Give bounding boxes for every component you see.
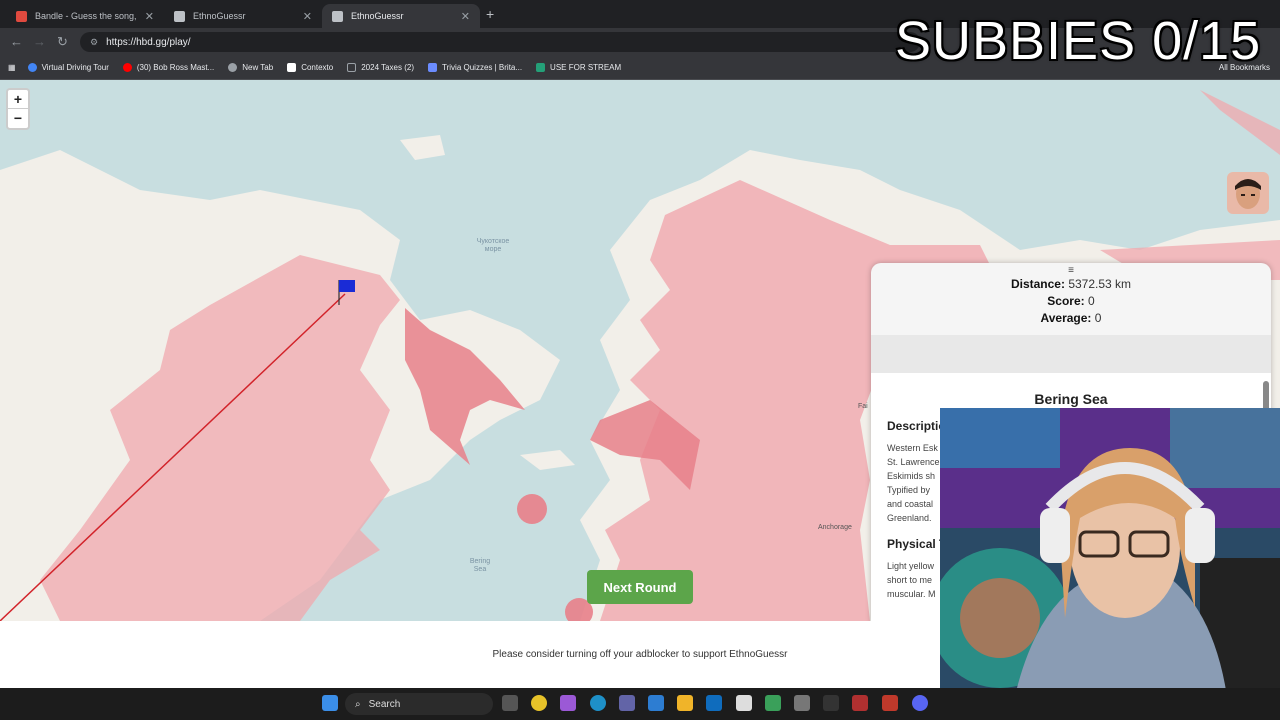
zoom-in-button[interactable]: + — [8, 90, 28, 109]
description-text: Western Esk St. Lawrence Eskimids sh Typ… — [887, 443, 940, 523]
app-icon[interactable] — [794, 695, 810, 711]
browser-tab-active[interactable]: EthnoGuessr ✕ — [322, 4, 480, 28]
bookmark-label: Virtual Driving Tour — [41, 63, 109, 72]
bookmark-label: New Tab — [242, 63, 274, 72]
map-label-anchorage: Anchorage — [818, 524, 852, 531]
panel-scrollbar[interactable] — [1263, 381, 1269, 411]
taskbar-search[interactable]: ⌕ Search — [345, 693, 493, 715]
bookmark-p-icon — [536, 63, 546, 72]
zoom-out-button[interactable]: − — [8, 109, 28, 128]
ethnoguessr-favicon-icon — [332, 10, 343, 22]
back-arrow-icon[interactable]: ← — [10, 34, 23, 49]
new-tab-button[interactable]: + — [486, 6, 494, 22]
score-label: Score: — [1047, 294, 1085, 308]
app-icon[interactable] — [852, 695, 868, 711]
browser-tab[interactable]: EthnoGuessr ✕ — [164, 4, 322, 28]
average-label: Average: — [1040, 311, 1092, 325]
next-round-button[interactable]: Next Round — [587, 570, 693, 604]
bookmark-label: 2024 Taxes (2) — [361, 63, 415, 72]
score-value: 0 — [1088, 294, 1095, 308]
globe-icon — [27, 63, 37, 72]
distance-label: Distance: — [1010, 277, 1065, 291]
guess-flag-icon — [339, 280, 355, 292]
search-label: Search — [368, 698, 401, 710]
file-explorer-icon[interactable] — [677, 695, 693, 711]
tab-title: EthnoGuessr — [351, 11, 404, 21]
url-text: https://hbd.gg/play/ — [106, 36, 191, 48]
youtube-icon — [122, 63, 132, 72]
bookmark-label: Trivia Quizzes | Brita... — [442, 63, 523, 72]
bookmark-item[interactable]: Virtual Driving Tour — [27, 63, 109, 72]
distance-value: 5372.53 km — [1068, 277, 1132, 291]
store-icon[interactable] — [736, 695, 752, 711]
bookmark-item[interactable]: USE FOR STREAM — [536, 63, 621, 72]
bookmark-label: USE FOR STREAM — [550, 63, 622, 72]
map-zoom-control: + − — [6, 88, 30, 130]
contexto-icon — [287, 63, 297, 72]
windows-start-icon[interactable] — [322, 695, 338, 711]
tab-title: EthnoGuessr — [193, 11, 246, 21]
stream-subscriber-counter: SUBBIES 0/15 — [895, 11, 1262, 71]
outlook-icon[interactable] — [706, 695, 722, 711]
browser-tab[interactable]: Bandle - Guess the song, one in ✕ — [6, 4, 164, 28]
capcut-icon[interactable] — [823, 695, 839, 711]
discord-icon[interactable] — [912, 695, 928, 711]
globe-icon — [228, 63, 238, 72]
forward-arrow-icon[interactable]: → — [33, 34, 46, 49]
task-view-icon[interactable] — [502, 695, 518, 711]
app-icon[interactable] — [882, 695, 898, 711]
distance-stat: Distance: 5372.53 km — [871, 276, 1271, 293]
bookmark-item[interactable]: Trivia Quizzes | Brita... — [428, 63, 522, 72]
app-icon[interactable] — [765, 695, 781, 711]
site-info-icon[interactable]: ⚙ — [90, 37, 98, 48]
map-label-bering-sea: Bering Sea — [469, 558, 491, 573]
map-label-chukchi-sea: Чукотское море — [476, 238, 510, 253]
tab-title: Bandle - Guess the song, one in — [35, 11, 139, 21]
windows-taskbar: ⌕ Search — [0, 688, 1280, 720]
bookmark-item[interactable]: Contexto — [287, 63, 333, 72]
map-label-fairbanks: Fai — [858, 403, 868, 410]
close-icon[interactable]: ✕ — [461, 10, 470, 23]
panel-divider — [871, 335, 1271, 373]
bookmark-label: (30) Bob Ross Mast... — [136, 63, 215, 72]
edge-icon[interactable] — [590, 695, 606, 711]
chrome-icon[interactable] — [531, 695, 547, 711]
close-icon[interactable]: ✕ — [303, 10, 312, 23]
streamer-webcam — [940, 408, 1280, 720]
apps-grid-icon[interactable]: ▦ — [8, 63, 16, 72]
region-title: Bering Sea — [1034, 391, 1108, 407]
bookmark-label: Contexto — [301, 63, 334, 72]
panel-drag-handle-icon[interactable]: ≡ — [871, 265, 1271, 276]
bookmark-item[interactable]: (30) Bob Ross Mast... — [122, 63, 215, 72]
ethnoguessr-favicon-icon — [174, 10, 185, 22]
bookmark-item[interactable]: New Tab — [228, 63, 273, 72]
average-value: 0 — [1094, 311, 1102, 325]
average-stat: Average: 0 — [871, 310, 1271, 327]
reload-icon[interactable]: ↻ — [57, 34, 68, 50]
score-stat: Score: 0 — [871, 293, 1271, 310]
folder-icon — [347, 63, 357, 72]
user-avatar[interactable] — [1227, 172, 1269, 214]
copilot-icon[interactable] — [560, 695, 576, 711]
search-icon: ⌕ — [355, 698, 361, 710]
close-icon[interactable]: ✕ — [145, 10, 154, 23]
address-bar[interactable]: ⚙ https://hbd.gg/play/ — [80, 32, 920, 52]
bandle-favicon-icon — [16, 10, 27, 22]
britannica-icon — [428, 63, 438, 72]
teams-icon[interactable] — [619, 695, 635, 711]
photos-icon[interactable] — [648, 695, 664, 711]
physical-traits-text: Light yellow short to me muscular. M — [887, 561, 936, 599]
bookmark-folder[interactable]: 2024 Taxes (2) — [347, 63, 414, 72]
region-overlay-island-dot — [517, 494, 547, 524]
